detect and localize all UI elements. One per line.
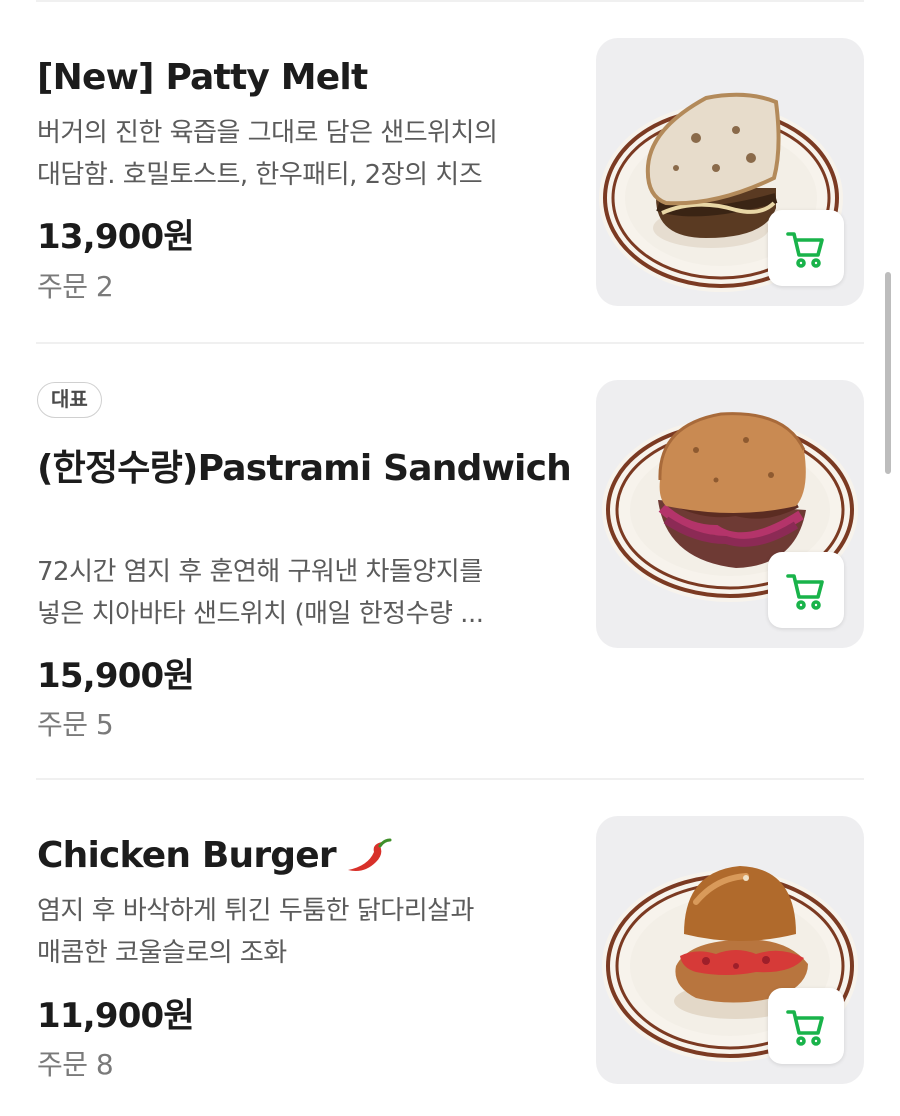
menu-item-pastrami-sandwich[interactable]: 대표 (한정수량)Pastrami Sandwich 72시간 염지 후 훈연해… bbox=[0, 344, 900, 778]
menu-item-order-count: 주문 2 bbox=[37, 270, 114, 303]
cart-icon bbox=[786, 1010, 824, 1046]
description-line: 넣은 치아바타 샌드위치 (매일 한정수량 ... bbox=[37, 599, 484, 629]
add-to-cart-button[interactable] bbox=[768, 988, 844, 1064]
menu-item-description: 72시간 염지 후 훈연해 구워낸 차돌양지를 넣은 치아바타 샌드위치 (매일… bbox=[37, 551, 557, 635]
menu-item-price: 11,900원 bbox=[37, 996, 195, 1036]
menu-item-order-count: 주문 5 bbox=[37, 708, 114, 741]
add-to-cart-button[interactable] bbox=[768, 552, 844, 628]
scrollbar[interactable] bbox=[885, 272, 891, 474]
description-line: 72시간 염지 후 훈연해 구워낸 차돌양지를 bbox=[37, 557, 483, 587]
description-line: 염지 후 바삭하게 튀긴 두툼한 닭다리살과 bbox=[37, 896, 474, 926]
menu-item-name: [New] Patty Melt bbox=[37, 57, 368, 98]
menu-item-patty-melt[interactable]: [New] Patty Melt 버거의 진한 육즙을 그대로 담은 샌드위치의… bbox=[0, 0, 900, 343]
chili-pepper-icon bbox=[347, 838, 392, 871]
menu-item-image[interactable] bbox=[596, 38, 864, 306]
cart-icon bbox=[786, 232, 824, 268]
menu-item-description: 버거의 진한 육즙을 그대로 담은 샌드위치의 대담함. 호밀토스트, 한우패티… bbox=[37, 112, 557, 196]
menu-item-name: (한정수량)Pastrami Sandwich bbox=[37, 448, 572, 489]
menu-item-image[interactable] bbox=[596, 380, 864, 648]
menu-item-name-row: Chicken Burger bbox=[37, 835, 392, 876]
menu-item-image[interactable] bbox=[596, 816, 864, 1084]
menu-item-name: Chicken Burger bbox=[37, 835, 337, 876]
cart-icon bbox=[786, 574, 824, 610]
menu-item-chicken-burger[interactable]: Chicken Burger 염지 후 바삭하게 튀긴 두툼한 닭다리살과 매콤… bbox=[0, 780, 900, 1116]
add-to-cart-button[interactable] bbox=[768, 210, 844, 286]
menu-item-description: 염지 후 바삭하게 튀긴 두툼한 닭다리살과 매콤한 코울슬로의 조화 bbox=[37, 890, 557, 974]
signature-badge: 대표 bbox=[37, 382, 102, 418]
description-line: 버거의 진한 육즙을 그대로 담은 샌드위치의 bbox=[37, 118, 498, 148]
menu-item-price: 15,900원 bbox=[37, 656, 195, 696]
description-line: 매콤한 코울슬로의 조화 bbox=[37, 938, 287, 968]
description-line: 대담함. 호밀토스트, 한우패티, 2장의 치즈 bbox=[37, 160, 483, 190]
menu-item-order-count: 주문 8 bbox=[37, 1048, 114, 1081]
menu-item-price: 13,900원 bbox=[37, 217, 195, 257]
